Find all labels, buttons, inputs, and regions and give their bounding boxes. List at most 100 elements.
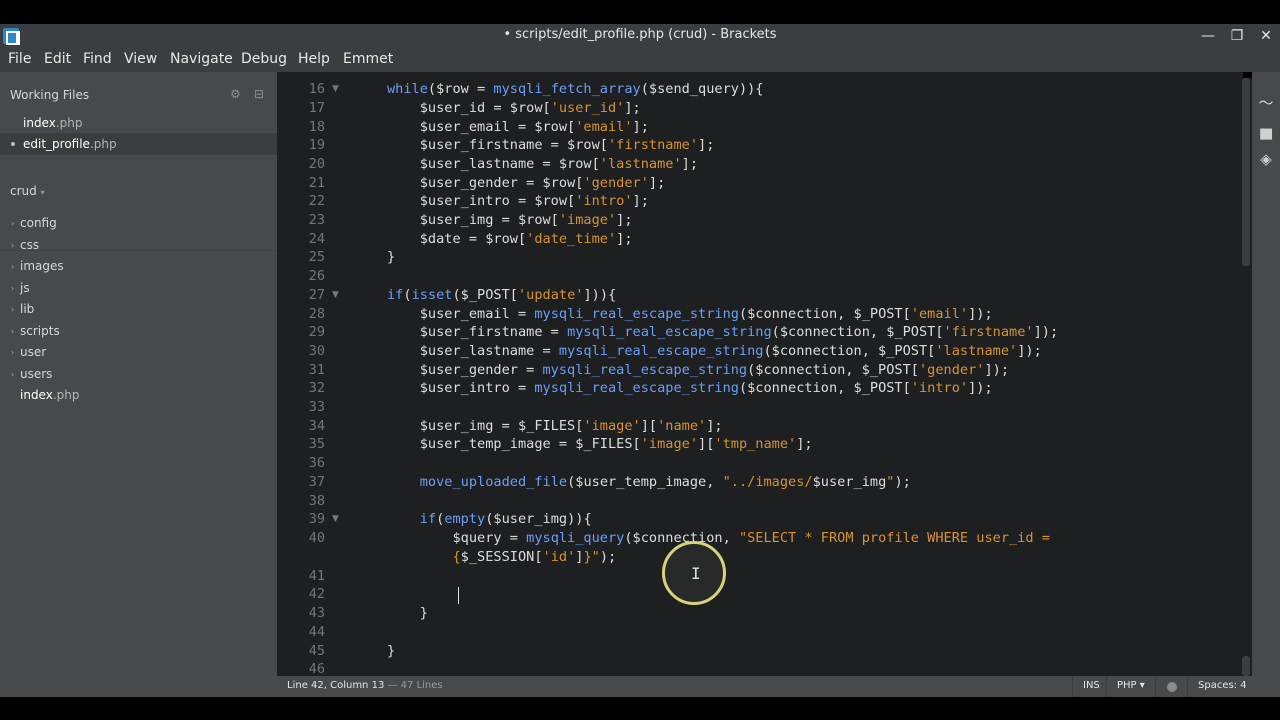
menu-help[interactable]: Help <box>298 51 330 67</box>
line-number: 31 <box>308 362 325 378</box>
status-separator <box>1187 676 1188 697</box>
folder-js[interactable]: › js <box>11 281 30 295</box>
line-number: 30 <box>308 343 325 359</box>
folder-user[interactable]: › user <box>11 345 46 359</box>
line-number: 18 <box>308 119 325 135</box>
line-number: 39 <box>308 511 325 527</box>
code-line-40: $query = mysqli_query($connection, "SELE… <box>387 530 1050 546</box>
line-number: 44 <box>308 624 325 640</box>
line-number: 28 <box>308 306 325 322</box>
menu-find[interactable]: Find <box>83 51 112 67</box>
code-line-17: $user_id = $row['user_id']; <box>387 100 641 116</box>
folder-scripts-label: scripts <box>20 324 60 338</box>
folder-css-label: css <box>20 238 40 252</box>
code-line-20: $user_lastname = $row['lastname']; <box>387 156 699 172</box>
scrollbar-thumb[interactable] <box>1242 78 1250 266</box>
folder-users[interactable]: › users <box>11 367 52 381</box>
video-letterbox-bottom <box>0 697 1280 720</box>
fold-toggle-icon[interactable]: ▼ <box>332 510 339 529</box>
line-number: 43 <box>308 605 325 621</box>
language-selector[interactable]: PHP ▾ <box>1117 680 1145 691</box>
minimize-button[interactable]: — <box>1193 25 1223 47</box>
line-number: 33 <box>308 399 325 415</box>
gear-icon[interactable]: ⚙ <box>230 87 241 101</box>
code-line-28: $user_email = mysqli_real_escape_string(… <box>387 306 993 322</box>
split-view-icon[interactable]: ⊟ <box>254 87 264 101</box>
line-number: 45 <box>308 643 325 659</box>
code-line-16: while($row = mysqli_fetch_array($send_qu… <box>387 81 764 97</box>
code-line-27: if(isset($_POST['update'])){ <box>387 287 617 303</box>
menu-debug[interactable]: Debug <box>241 51 287 67</box>
chevron-right-icon: › <box>11 241 15 250</box>
working-file-index[interactable]: index.php <box>23 116 83 130</box>
status-separator <box>1155 676 1156 697</box>
cursor-position-text: Line 42, Column 13 <box>287 680 385 691</box>
line-number: 42 <box>308 586 325 602</box>
code-editor[interactable]: 16 17 18 19 20 21 22 23 24 25 26 27 28 2… <box>277 72 1243 676</box>
menu-edit[interactable]: Edit <box>44 51 71 67</box>
video-letterbox-top <box>0 0 1280 24</box>
code-line-32: $user_intro = mysqli_real_escape_string(… <box>387 380 993 396</box>
code-line-30: $user_lastname = mysqli_real_escape_stri… <box>387 343 1042 359</box>
layers-icon[interactable]: ◈ <box>1252 150 1280 168</box>
fold-toggle-icon[interactable]: ▼ <box>332 286 339 305</box>
line-number: 24 <box>308 231 325 247</box>
line-number: 25 <box>308 249 325 265</box>
sidebar-footer <box>0 676 277 697</box>
indent-spaces-setting[interactable]: Spaces: 4 <box>1198 680 1247 691</box>
linter-status-icon[interactable] <box>1167 682 1177 692</box>
editor-scrollbar[interactable] <box>1240 78 1252 676</box>
folder-config[interactable]: › config <box>11 216 57 230</box>
close-button[interactable]: ✕ <box>1251 25 1280 47</box>
live-preview-icon[interactable]: 〜 <box>1252 92 1280 113</box>
folder-images[interactable]: › images <box>11 259 64 273</box>
code-line-19: $user_firstname = $row['firstname']; <box>387 137 715 153</box>
chevron-right-icon: › <box>11 305 15 314</box>
code-line-43: } <box>387 605 428 621</box>
extension-manager-icon[interactable]: ▅ <box>1252 122 1280 140</box>
chevron-right-icon: › <box>11 219 15 228</box>
project-name: crud <box>10 184 37 198</box>
folder-css[interactable]: › css <box>11 238 39 252</box>
project-file-index[interactable]: index.php <box>20 388 80 402</box>
menu-view[interactable]: View <box>124 51 157 67</box>
code-line-22: $user_intro = $row['intro']; <box>387 193 649 209</box>
fold-toggle-icon[interactable]: ▼ <box>332 80 339 99</box>
chevron-right-icon: › <box>11 327 15 336</box>
sidebar-divider <box>0 250 277 251</box>
folder-lib[interactable]: › lib <box>11 302 34 316</box>
line-number: 36 <box>308 455 325 471</box>
line-number: 35 <box>308 436 325 452</box>
line-number: 46 <box>308 661 325 676</box>
project-dropdown[interactable]: crud ▾ <box>10 184 45 198</box>
project-file-index-ext: .php <box>52 388 80 402</box>
line-number: 17 <box>308 100 325 116</box>
unsaved-dot-icon <box>11 142 15 146</box>
insert-mode-toggle[interactable]: INS <box>1083 680 1100 691</box>
text-cursor <box>458 587 459 604</box>
menu-file[interactable]: File <box>8 51 31 67</box>
line-number: 38 <box>308 493 325 509</box>
scrollbar-thumb-lower[interactable] <box>1242 656 1250 676</box>
chevron-right-icon: › <box>11 348 15 357</box>
restore-button[interactable]: ❐ <box>1222 25 1252 47</box>
menu-navigate[interactable]: Navigate <box>170 51 233 67</box>
menu-emmet[interactable]: Emmet <box>343 51 393 67</box>
code-line-31: $user_gender = mysqli_real_escape_string… <box>387 362 1010 378</box>
cursor-position[interactable]: Line 42, Column 13 — 47 Lines <box>287 680 443 691</box>
line-number: 27 <box>308 287 325 303</box>
chevron-down-icon: ▾ <box>1139 680 1145 691</box>
working-file-edit-profile[interactable]: edit_profile.php <box>23 137 117 151</box>
chevron-right-icon: › <box>11 370 15 379</box>
folder-scripts[interactable]: › scripts <box>11 324 60 338</box>
line-number: 37 <box>308 474 325 490</box>
line-number: 21 <box>308 175 325 191</box>
line-number: 26 <box>308 268 325 284</box>
line-number: 29 <box>308 324 325 340</box>
code-line-34: $user_img = $_FILES['image']['name']; <box>387 418 723 434</box>
working-files-heading: Working Files <box>10 88 90 102</box>
chevron-down-icon: ▾ <box>40 188 45 197</box>
line-number: 16 <box>308 81 325 97</box>
title-bar: • scripts/edit_profile.php (crud) - Brac… <box>0 24 1280 48</box>
line-number: 19 <box>308 137 325 153</box>
